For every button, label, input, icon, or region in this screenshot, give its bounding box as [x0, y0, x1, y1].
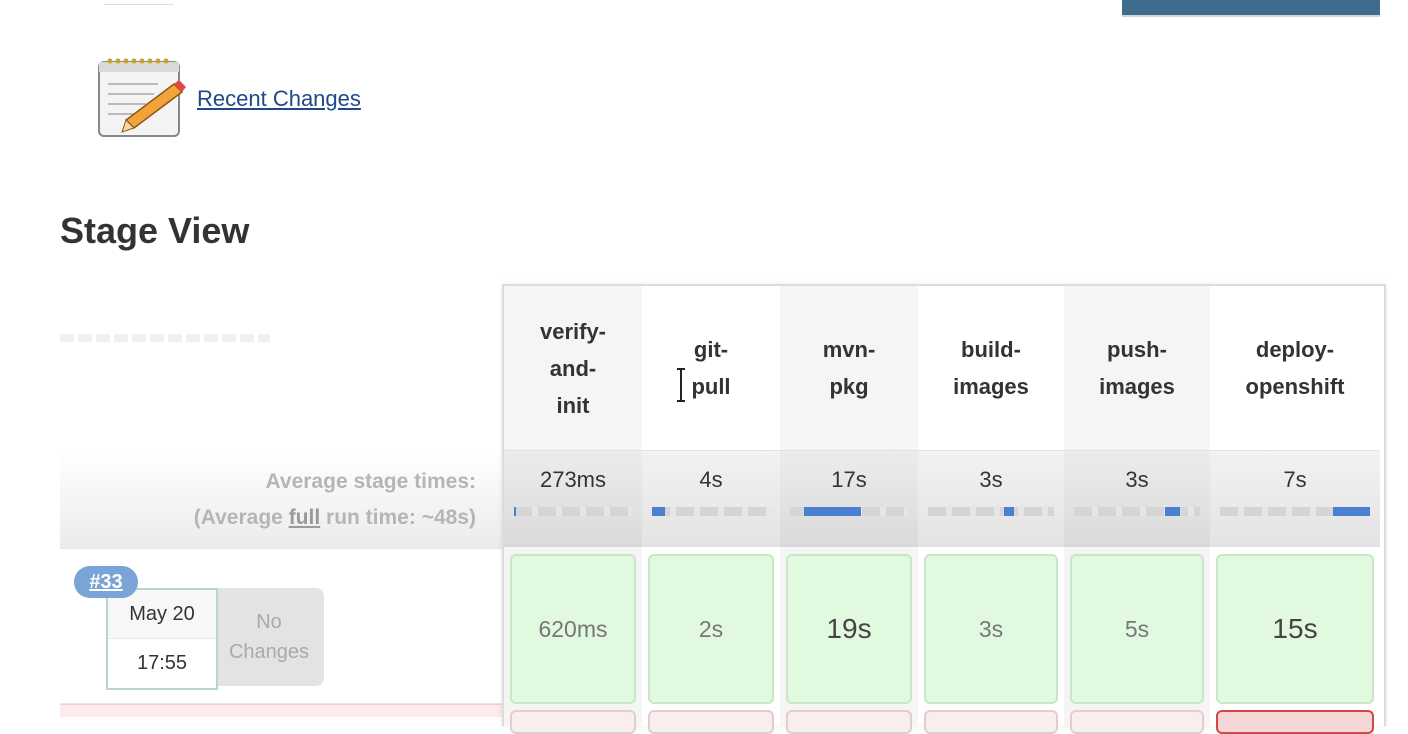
stage-average-cell: 17s	[780, 450, 918, 547]
stage-run-cell[interactable]: 19s	[786, 554, 912, 704]
top-left-decoration	[104, 0, 174, 5]
stage-time-bar-fill	[804, 507, 861, 516]
stage-name: git- pull	[691, 337, 731, 399]
stage-header[interactable]: mvn- pkg	[780, 286, 918, 450]
stage-header[interactable]: git- pull	[642, 286, 780, 450]
stage-time-bar	[1220, 507, 1370, 516]
stage-average-time: 7s	[1283, 467, 1307, 492]
stage-header[interactable]: build- images	[918, 286, 1064, 450]
stage-average-cell: 7s	[1210, 450, 1380, 547]
stage-column: deploy- openshift 7s 15s	[1210, 286, 1380, 734]
stage-time-bar-fill	[1164, 507, 1180, 516]
stage-table: verify- and- init 273ms 620ms git- pull 4s 2s…	[502, 284, 1386, 734]
average-stage-times-text: Average stage times:	[265, 470, 476, 493]
stage-name: deploy- openshift	[1245, 337, 1345, 399]
stage-header[interactable]: verify- and- init	[504, 286, 642, 450]
stage-time-bar	[514, 507, 632, 516]
stage-view-title: Stage View	[60, 210, 250, 251]
stage-average-cell: 3s	[1064, 450, 1210, 547]
top-right-panel	[1122, 0, 1380, 17]
stage-run-cell[interactable]: 15s	[1216, 554, 1374, 704]
stage-run-cell[interactable]: 620ms	[510, 554, 636, 704]
stage-average-time: 273ms	[539, 467, 607, 492]
stage-time-bar-fill	[1332, 507, 1370, 516]
stage-column: build- images 3s 3s	[918, 286, 1064, 734]
text-cursor-icon	[677, 368, 685, 402]
stage-average-cell: 273ms	[504, 450, 642, 547]
stage-column: verify- and- init 273ms 620ms	[504, 286, 642, 734]
stage-time-bar	[790, 507, 908, 516]
average-times-label: Average stage times: (Average full run t…	[60, 464, 476, 536]
stage-run-cell[interactable]: 2s	[648, 554, 774, 704]
build-number-badge[interactable]: #33	[74, 566, 138, 598]
stage-name: push- images	[1099, 337, 1175, 399]
stage-column: push- images 3s 5s	[1064, 286, 1210, 734]
stage-average-time: 17s	[831, 467, 867, 492]
stage-run-cell[interactable]: 3s	[924, 554, 1058, 704]
stage-header[interactable]: deploy- openshift	[1210, 286, 1380, 450]
recent-changes-link[interactable]: Recent Changes	[197, 86, 361, 112]
stage-column: mvn- pkg 17s 19s	[780, 286, 918, 734]
next-run-row-failed	[60, 704, 502, 717]
stage-time-bar	[652, 507, 770, 516]
stage-average-time: 3s	[979, 467, 1003, 492]
stage-name: mvn- pkg	[822, 337, 876, 399]
stage-name: build- images	[953, 337, 1029, 399]
full-run-link[interactable]: full	[289, 506, 321, 529]
stage-time-bar-fill	[652, 507, 665, 516]
stage-time-bar	[1074, 507, 1200, 516]
stage-average-time: 4s	[699, 467, 723, 492]
stage-time-bar	[928, 507, 1054, 516]
average-full-run-text: (Average full run time: ~48s)	[193, 506, 476, 529]
stage-time-bar-fill	[1003, 507, 1014, 516]
stage-run-cell[interactable]: 5s	[1070, 554, 1204, 704]
stage-average-time: 3s	[1125, 467, 1149, 492]
run-time: 17:55	[136, 652, 188, 674]
stage-time-bar-fill	[514, 507, 517, 516]
no-changes-box[interactable]: No Changes	[200, 588, 324, 686]
stage-name: verify- and- init	[539, 318, 607, 418]
run-date-box: May 20 17:55	[106, 588, 218, 690]
stage-column: git- pull 4s 2s	[642, 286, 780, 734]
stage-header[interactable]: push- images	[1064, 286, 1210, 450]
notepad-icon	[98, 58, 186, 137]
faded-heading-remnant	[60, 334, 270, 342]
stage-average-cell: 4s	[642, 450, 780, 547]
stage-average-cell: 3s	[918, 450, 1064, 547]
